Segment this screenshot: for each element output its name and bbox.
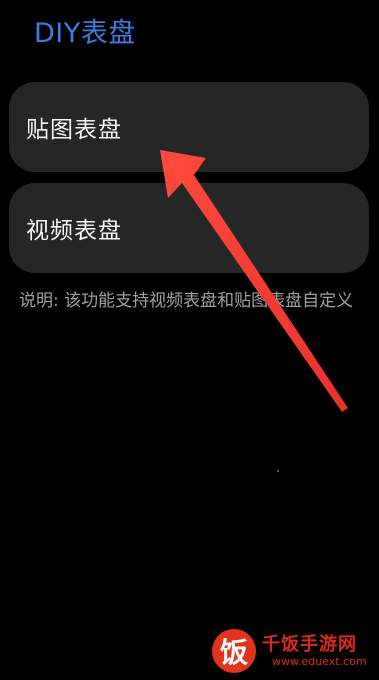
video-watchface-button[interactable]: 视频表盘 (9, 183, 369, 273)
sticker-watchface-button[interactable]: 贴图表盘 (9, 82, 369, 172)
stray-pixel (277, 470, 279, 472)
page-title: DIY表盘 (34, 18, 136, 49)
watermark: 饭 千饭手游网 www.eduext.com (206, 627, 376, 677)
video-watchface-label: 视频表盘 (26, 218, 122, 244)
watermark-name: 千饭手游网 (262, 634, 357, 655)
sticker-watchface-label: 贴图表盘 (26, 117, 122, 143)
watermark-logo-icon: 饭 (212, 629, 256, 673)
feature-description: 说明: 该功能支持视频表盘和贴图表盘自定义 (19, 291, 354, 311)
watermark-domain: www.eduext.com (272, 655, 367, 668)
